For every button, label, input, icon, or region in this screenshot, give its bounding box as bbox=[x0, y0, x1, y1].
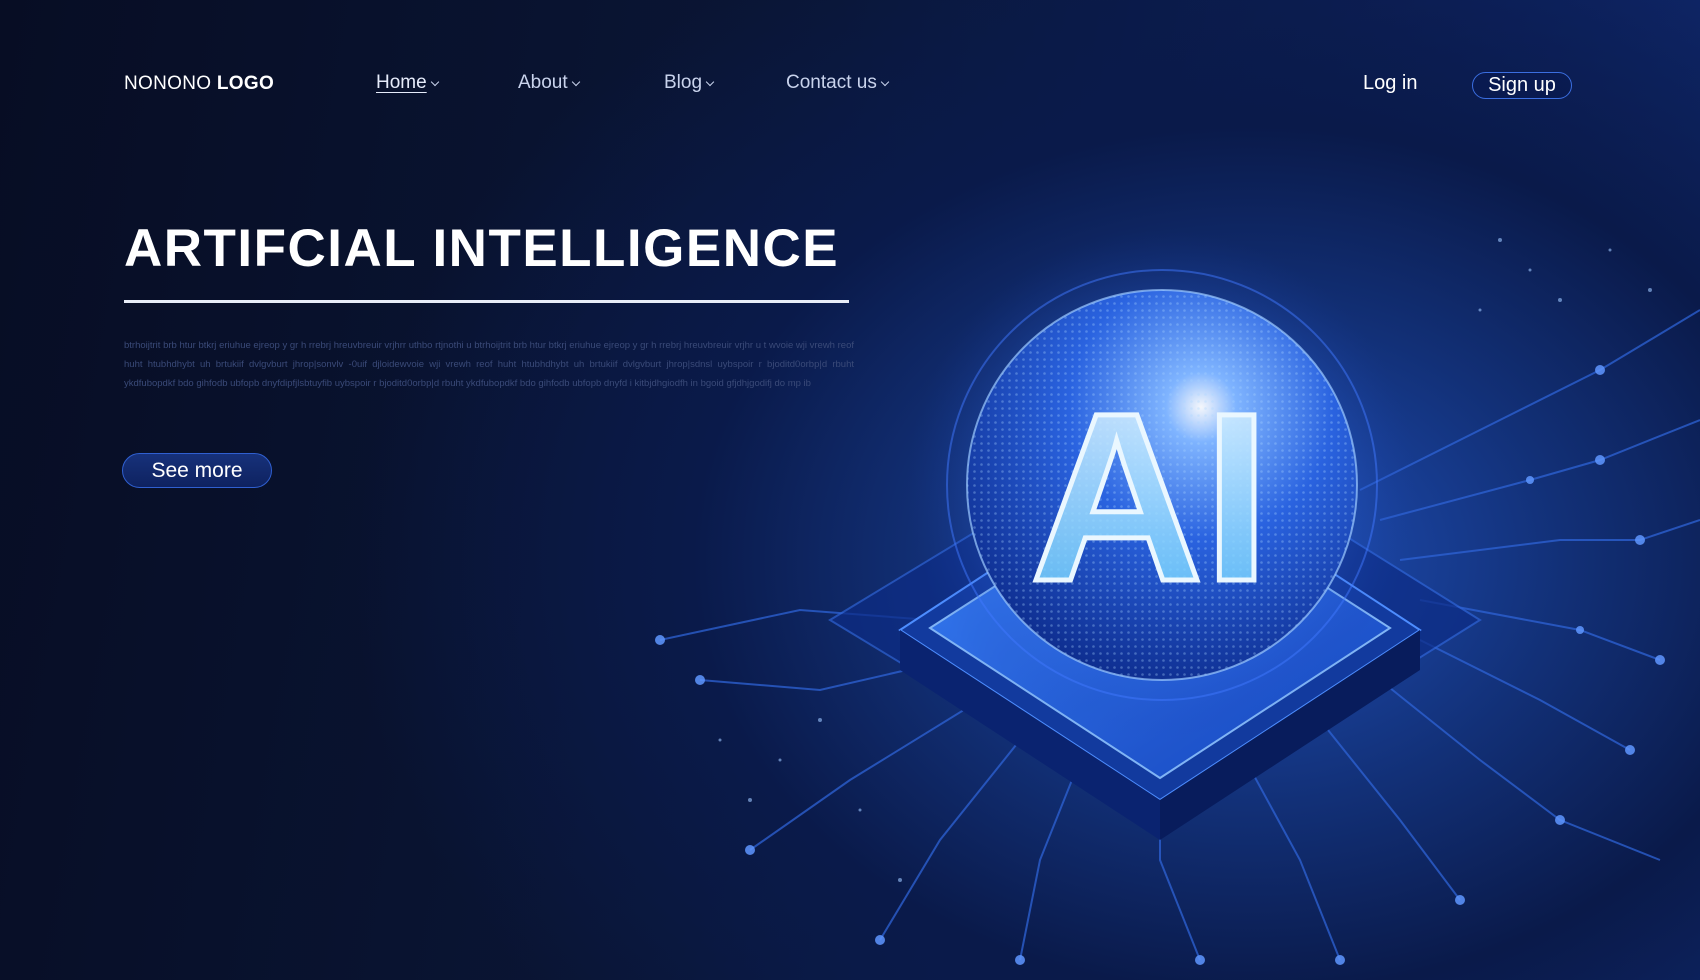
login-link[interactable]: Log in bbox=[1363, 72, 1418, 95]
nav-about-label: About bbox=[518, 72, 568, 93]
logo-text-bold: LOGO bbox=[216, 73, 275, 94]
nav-contact[interactable]: Contact us bbox=[786, 72, 890, 94]
see-more-button[interactable]: See more bbox=[122, 453, 272, 488]
chevron-down-icon bbox=[430, 77, 439, 86]
landing-page: NONONO LOGO Home About Blog Contact us L… bbox=[0, 0, 1700, 980]
nav-home-label: Home bbox=[376, 72, 427, 93]
chevron-down-icon bbox=[705, 77, 715, 86]
nav-home[interactable]: Home bbox=[376, 72, 439, 94]
nav-contact-label: Contact us bbox=[786, 72, 877, 93]
nav-blog[interactable]: Blog bbox=[664, 72, 715, 94]
chevron-down-icon bbox=[571, 77, 580, 86]
chevron-down-icon bbox=[880, 77, 890, 86]
site-logo[interactable]: NONONO LOGO bbox=[124, 73, 274, 95]
nav-about[interactable]: About bbox=[518, 72, 580, 94]
ai-glyph: AI bbox=[1030, 363, 1270, 631]
nav-blog-label: Blog bbox=[664, 72, 703, 93]
signup-button[interactable]: Sign up bbox=[1472, 72, 1572, 99]
logo-text-regular: NONONO bbox=[124, 73, 212, 94]
ai-chip-globe-illustration: AI bbox=[655, 230, 1700, 965]
